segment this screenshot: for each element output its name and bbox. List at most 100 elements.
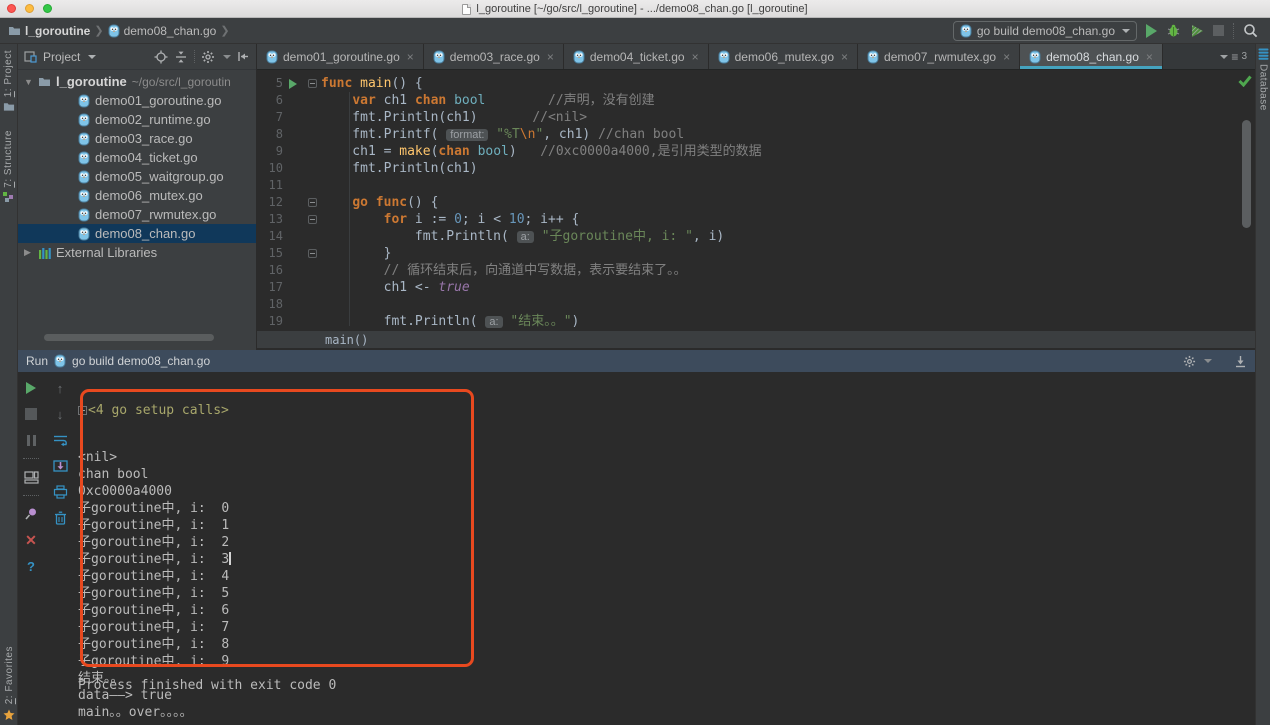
soft-wrap-icon[interactable]	[52, 432, 68, 448]
code-line-15[interactable]: 15 }	[257, 245, 1255, 262]
tool-window-tab-favorites[interactable]: 2: Favorites	[0, 646, 18, 721]
console-line: 子goroutine中, i: 1	[78, 517, 1255, 534]
close-tab-icon[interactable]: ×	[692, 50, 699, 64]
go-file-icon	[573, 50, 585, 64]
project-file-demo04_ticket.go[interactable]: demo04_ticket.go	[18, 148, 256, 167]
fold-icon[interactable]	[308, 215, 317, 224]
inspections-ok-icon[interactable]	[1238, 75, 1252, 87]
run-console[interactable]: <4 go setup calls> <nil>chan bool0xc0000…	[78, 372, 1255, 725]
external-libraries-row[interactable]: ▶ External Libraries	[18, 243, 256, 262]
fold-icon[interactable]	[308, 79, 317, 88]
expand-icon[interactable]	[78, 406, 87, 415]
pause-output-button[interactable]	[23, 432, 39, 448]
hidden-tabs-button[interactable]: ≡ 3	[1218, 44, 1255, 69]
run-line-icon[interactable]	[289, 79, 297, 89]
fold-icon[interactable]	[308, 249, 317, 258]
stop-button[interactable]	[1213, 25, 1224, 36]
project-file-demo05_waitgroup.go[interactable]: demo05_waitgroup.go	[18, 167, 256, 186]
project-root-path: ~/go/src/l_goroutin	[132, 75, 231, 89]
hide-tool-window-icon[interactable]	[1234, 355, 1247, 368]
chevron-collapsed-icon[interactable]: ▶	[24, 247, 33, 258]
print-icon[interactable]	[52, 484, 68, 500]
editor-tab-demo03_race.go[interactable]: demo03_race.go×	[424, 44, 564, 69]
code-line-12[interactable]: 12 go func() {	[257, 194, 1255, 211]
project-file-demo08_chan.go[interactable]: demo08_chan.go	[18, 224, 256, 243]
gutter	[283, 143, 303, 160]
project-file-demo06_mutex.go[interactable]: demo06_mutex.go	[18, 186, 256, 205]
breadcrumb-project[interactable]: l_goroutine	[25, 24, 90, 38]
project-tool-icon	[3, 101, 15, 112]
run-button[interactable]	[1146, 24, 1157, 38]
clear-all-icon[interactable]	[52, 510, 68, 526]
code-line-11[interactable]: 11	[257, 177, 1255, 194]
help-icon[interactable]: ?	[23, 558, 39, 574]
next-occurrence-icon[interactable]: ↓	[52, 406, 68, 422]
code-line-17[interactable]: 17 ch1 <- true	[257, 279, 1255, 296]
project-file-demo01_goroutine.go[interactable]: demo01_goroutine.go	[18, 91, 256, 110]
run-panel-title[interactable]: Run	[26, 354, 48, 368]
pin-tab-icon[interactable]	[23, 506, 39, 522]
close-tab-icon[interactable]: ×	[1003, 50, 1010, 64]
project-root-row[interactable]: ▼ l_goroutine ~/go/src/l_goroutin	[18, 72, 256, 91]
chevron-down-icon[interactable]	[88, 55, 96, 59]
tool-window-tab-project[interactable]: 1: Project	[0, 50, 17, 112]
chevron-expanded-icon[interactable]: ▼	[24, 77, 33, 87]
debug-button[interactable]	[1166, 23, 1181, 38]
code-line-8[interactable]: 8 fmt.Printf( format: "%T\n", ch1) //cha…	[257, 126, 1255, 143]
run-panel-header: Run go build demo08_chan.go	[18, 350, 1255, 372]
tool-window-tab-database[interactable]: Database	[1256, 48, 1270, 111]
close-tab-icon[interactable]: ×	[841, 50, 848, 64]
console-setup-line[interactable]: <4 go setup calls>	[78, 402, 1255, 419]
editor-tab-demo01_goroutine.go[interactable]: demo01_goroutine.go×	[257, 44, 424, 69]
scroll-to-end-icon[interactable]	[52, 458, 68, 474]
prev-occurrence-icon[interactable]: ↑	[52, 380, 68, 396]
collapse-all-icon[interactable]	[174, 50, 188, 64]
code-line-7[interactable]: 7 fmt.Println(ch1) //<nil>	[257, 109, 1255, 126]
hide-panel-icon[interactable]	[237, 50, 250, 63]
fold-icon[interactable]	[308, 198, 317, 207]
close-tab-icon[interactable]: ×	[547, 50, 554, 64]
chevron-down-icon[interactable]	[1204, 359, 1212, 363]
search-everywhere-icon[interactable]	[1243, 23, 1258, 38]
editor-tab-demo07_rwmutex.go[interactable]: demo07_rwmutex.go×	[858, 44, 1020, 69]
code-line-18[interactable]: 18	[257, 296, 1255, 313]
editor-tab-demo08_chan.go[interactable]: demo08_chan.go×	[1020, 44, 1163, 69]
code-line-19[interactable]: 19 fmt.Println( a: "结束。。")	[257, 313, 1255, 330]
console-line: 子goroutine中, i: 5	[78, 585, 1255, 602]
code-line-13[interactable]: 13 for i := 0; i < 10; i++ {	[257, 211, 1255, 228]
stop-button[interactable]	[23, 406, 39, 422]
chevron-down-icon[interactable]	[223, 55, 231, 59]
run-with-coverage-button[interactable]	[1190, 24, 1204, 38]
title-bar: l_goroutine [~/go/src/l_goroutine] - ...…	[0, 0, 1270, 18]
locate-file-icon[interactable]	[154, 50, 168, 64]
project-file-demo03_race.go[interactable]: demo03_race.go	[18, 129, 256, 148]
code-line-5[interactable]: 5func main() {	[257, 75, 1255, 92]
close-tab-icon[interactable]: ×	[407, 50, 414, 64]
project-panel-title[interactable]: Project	[43, 50, 80, 64]
close-icon[interactable]: ✕	[23, 532, 39, 548]
code-line-16[interactable]: 16 // 循环结束后，向通道中写数据，表示要结束了。。	[257, 262, 1255, 279]
go-file-icon	[78, 170, 90, 184]
editor-tab-demo04_ticket.go[interactable]: demo04_ticket.go×	[564, 44, 709, 69]
run-configuration-select[interactable]: go build demo08_chan.go	[953, 21, 1137, 41]
breadcrumb-file[interactable]: demo08_chan.go	[124, 24, 217, 38]
editor-scrollbar[interactable]	[1242, 120, 1251, 228]
close-tab-icon[interactable]: ×	[1146, 50, 1153, 64]
gear-icon[interactable]	[1183, 355, 1196, 368]
project-file-demo07_rwmutex.go[interactable]: demo07_rwmutex.go	[18, 205, 256, 224]
code-line-6[interactable]: 6 var ch1 chan bool //声明，没有创建	[257, 92, 1255, 109]
rerun-button[interactable]	[23, 380, 39, 396]
code-line-14[interactable]: 14 fmt.Println( a: "子goroutine中, i: ", i…	[257, 228, 1255, 245]
editor-tab-demo06_mutex.go[interactable]: demo06_mutex.go×	[709, 44, 858, 69]
tool-window-tab-structure[interactable]: 7: Structure	[0, 130, 17, 203]
show-console-layout-icon[interactable]	[23, 469, 39, 485]
hidden-tabs-count: 3	[1241, 51, 1247, 62]
gear-icon[interactable]	[201, 50, 215, 64]
project-file-demo02_runtime.go[interactable]: demo02_runtime.go	[18, 110, 256, 129]
code-editor[interactable]: 5func main() {6 var ch1 chan bool //声明，没…	[257, 70, 1255, 330]
horizontal-scrollbar[interactable]	[44, 334, 214, 341]
code-line-9[interactable]: 9 ch1 = make(chan bool) //0xc0000a4000,是…	[257, 143, 1255, 160]
editor-breadcrumb-item[interactable]: main()	[325, 333, 368, 347]
console-line: 子goroutine中, i: 2	[78, 534, 1255, 551]
code-line-10[interactable]: 10 fmt.Println(ch1)	[257, 160, 1255, 177]
